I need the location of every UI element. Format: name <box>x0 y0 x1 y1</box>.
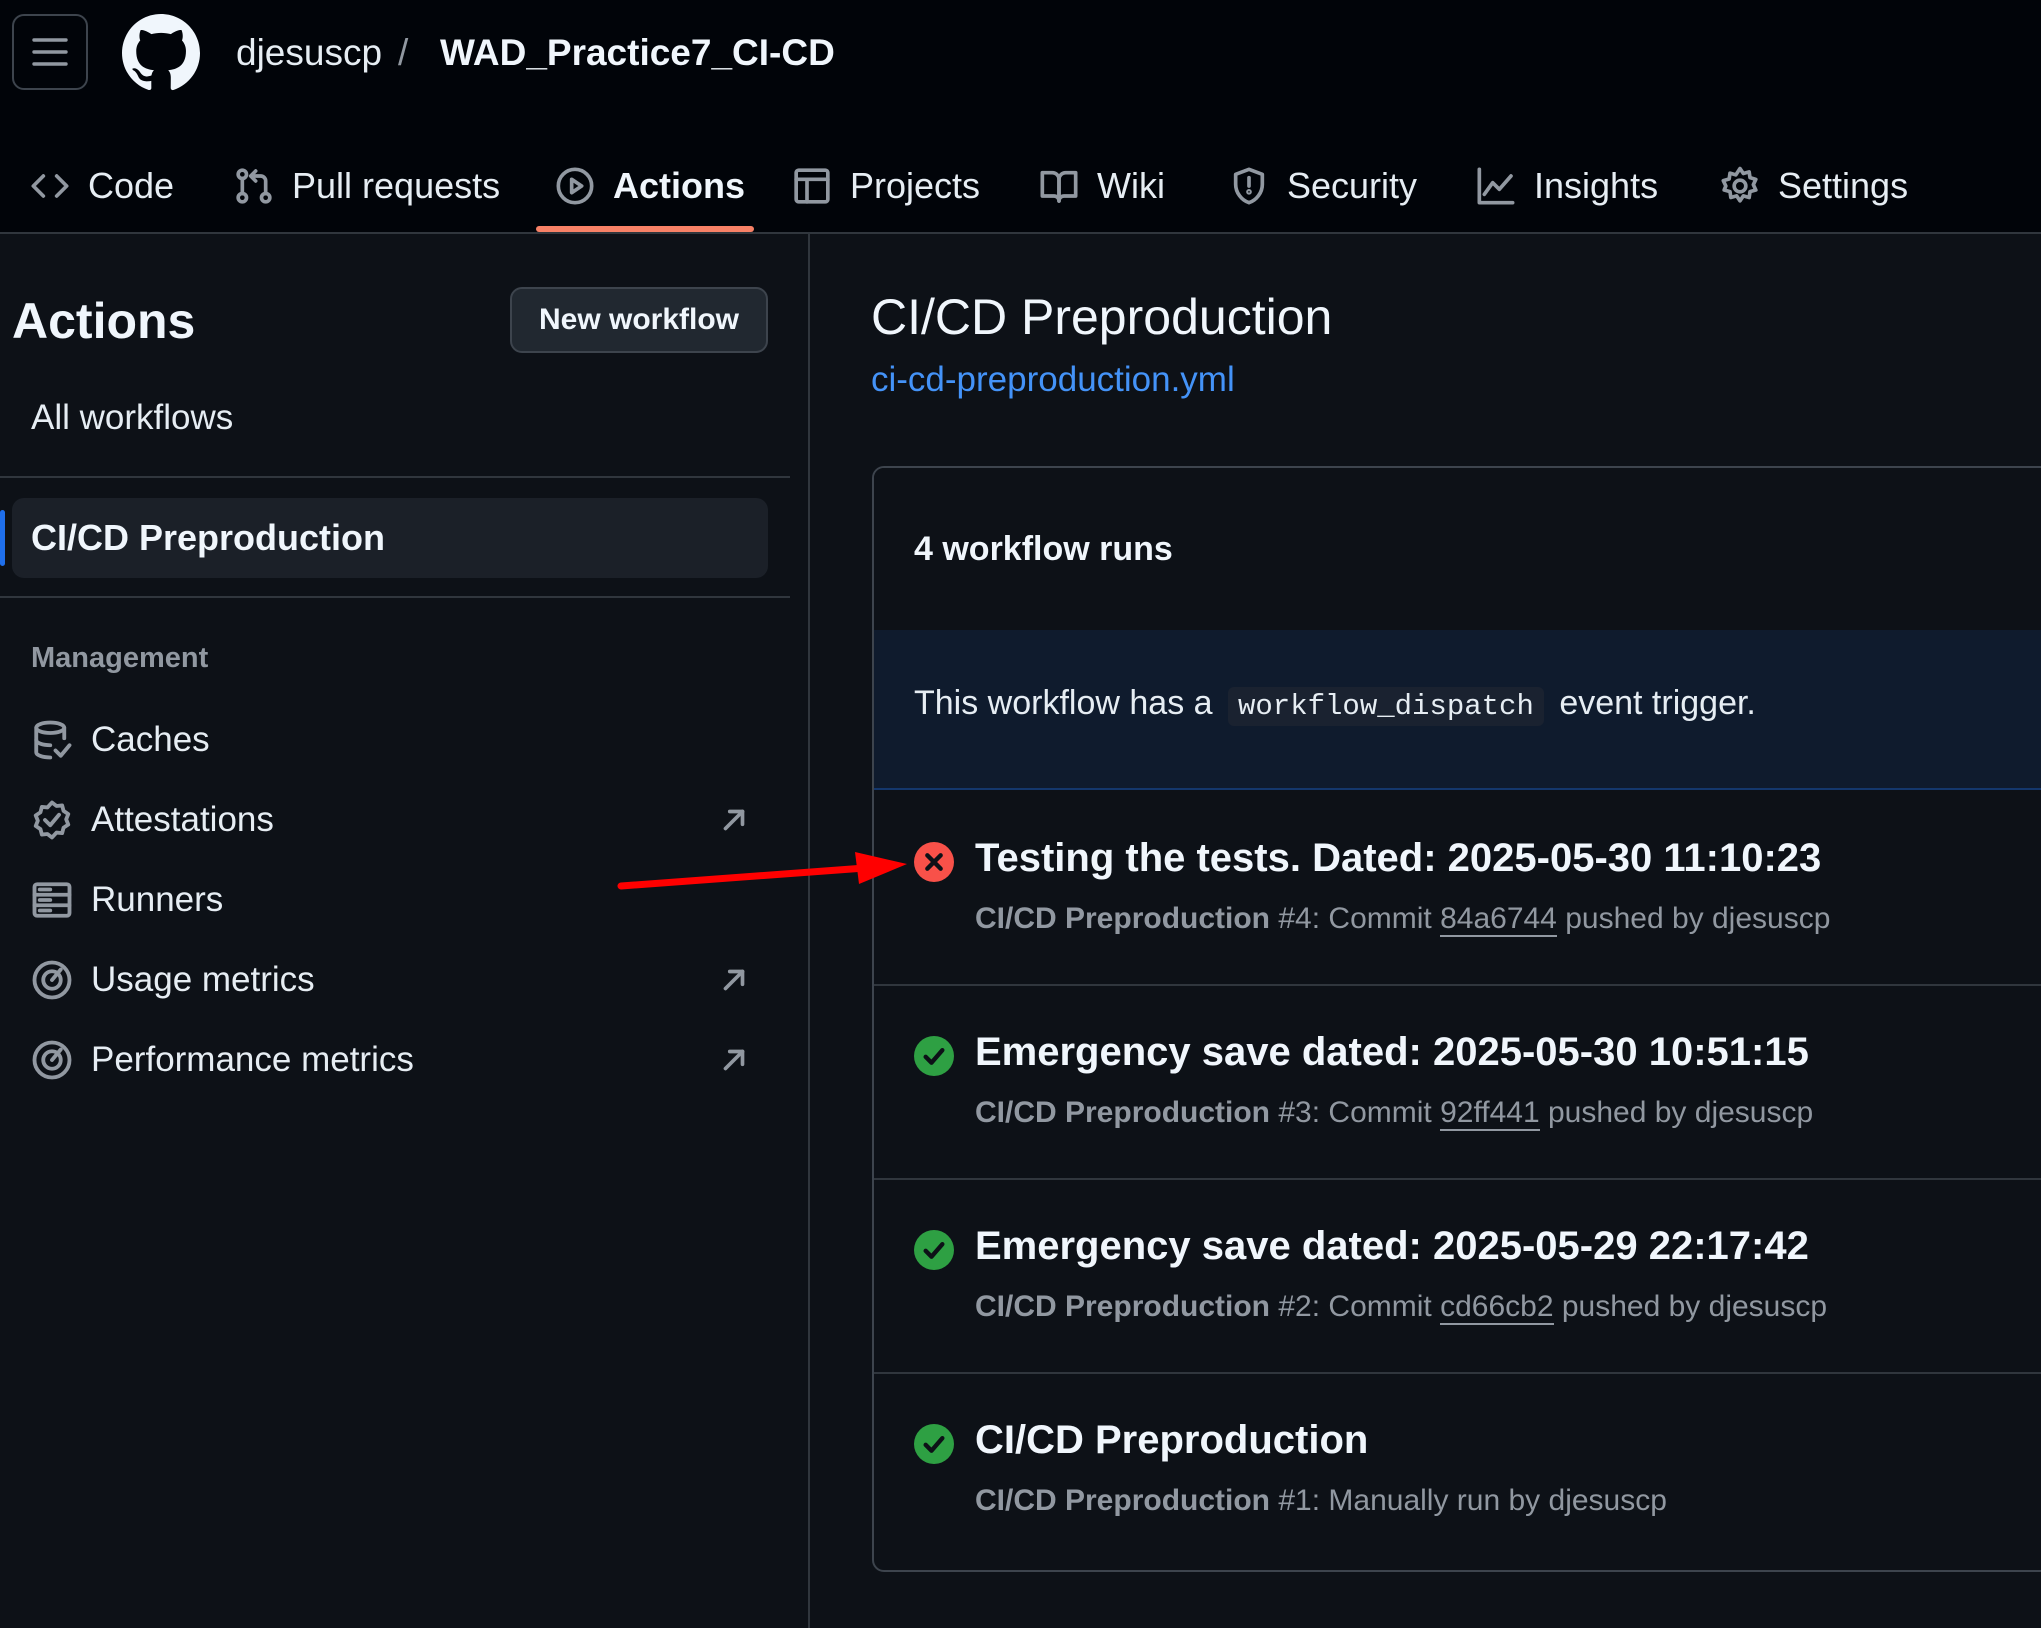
runs-count: 4 workflow runs <box>914 530 1173 568</box>
sidebar-separator <box>0 476 790 478</box>
hamburger-icon <box>32 38 68 66</box>
commit-sha-link[interactable]: 92ff441 <box>1440 1096 1540 1131</box>
breadcrumb-separator: / <box>398 32 409 73</box>
runs-header: 4 workflow runs <box>874 468 2041 632</box>
check-circle-fill-icon <box>914 1036 954 1076</box>
run-number: #3: Commit <box>1278 1096 1432 1129</box>
graph-icon <box>1477 167 1515 205</box>
meter-icon <box>32 960 72 1000</box>
x-circle-fill-icon <box>914 842 954 882</box>
tab-wiki[interactable]: Wiki <box>1039 140 1165 232</box>
run-number: #2: Commit <box>1278 1290 1432 1323</box>
tab-settings[interactable]: Settings <box>1720 140 1908 232</box>
repo-nav-tabs: Code Pull requests Actions Projects Wiki… <box>0 140 2041 232</box>
run-title[interactable]: Emergency save dated: 2025-05-29 22:17:4… <box>975 1224 1809 1269</box>
run-meta: CI/CD Preproduction #2: Commit cd66cb2 p… <box>975 1290 1828 1325</box>
run-workflow: CI/CD Preproduction <box>975 1290 1271 1323</box>
tab-label: Security <box>1287 165 1418 206</box>
run-workflow: CI/CD Preproduction <box>975 1096 1271 1129</box>
sidebar-title: Actions <box>12 293 196 349</box>
run-workflow: CI/CD Preproduction <box>975 902 1271 935</box>
sidebar-item-label: Attestations <box>91 800 274 839</box>
run-title[interactable]: Emergency save dated: 2025-05-30 10:51:1… <box>975 1030 1809 1075</box>
run-meta: CI/CD Preproduction #4: Commit 84a6744 p… <box>975 902 1831 937</box>
sidebar-item-caches[interactable]: Caches <box>31 710 751 770</box>
sidebar-item-label: Caches <box>91 720 210 759</box>
tab-label: Projects <box>850 165 981 206</box>
code-icon <box>31 174 69 198</box>
sidebar-item-label: CI/CD Preproduction <box>31 517 386 558</box>
sidebar-item-label: Usage metrics <box>91 960 315 999</box>
run-actor: pushed by djesuscp <box>1561 1290 1828 1323</box>
run-meta: CI/CD Preproduction #1: Manually run by … <box>975 1484 1667 1518</box>
shield-icon <box>1233 167 1265 205</box>
page-title: CI/CD Preproduction <box>871 289 1333 345</box>
dispatch-text: This workflow has a workflow_dispatch ev… <box>914 684 1756 726</box>
link-external-icon <box>723 1049 745 1071</box>
top-bar: djesuscp / WAD_Practice7_CI-CD Code Pull… <box>0 0 2041 234</box>
tab-projects[interactable]: Projects <box>792 140 980 232</box>
dispatch-banner: This workflow has a workflow_dispatch ev… <box>874 630 2041 790</box>
dispatch-text-before: This workflow has a <box>914 684 1213 722</box>
meter-icon <box>32 1040 72 1080</box>
tab-security[interactable]: Security <box>1229 140 1417 232</box>
play-icon <box>556 167 594 205</box>
workflow-file-link[interactable]: ci-cd-preproduction.yml <box>871 360 1235 400</box>
link-external-icon <box>723 969 745 991</box>
breadcrumb-repo[interactable]: WAD_Practice7_CI-CD <box>440 30 835 76</box>
tab-pull-requests[interactable]: Pull requests <box>234 140 500 232</box>
database-icon <box>34 720 72 760</box>
tab-label: Wiki <box>1097 165 1165 206</box>
tab-label: Code <box>88 165 175 206</box>
workflow-runs-list: 4 workflow runs This workflow has a work… <box>872 466 2041 1572</box>
sidebar-divider <box>808 232 810 1628</box>
sidebar-separator <box>0 596 790 598</box>
active-tab-indicator <box>536 226 754 232</box>
sidebar-item-usage-metrics[interactable]: Usage metrics <box>31 950 751 1010</box>
tab-code[interactable]: Code <box>30 140 174 232</box>
git-pull-request-icon <box>236 168 272 204</box>
check-circle-fill-icon <box>914 1424 954 1464</box>
table-icon <box>794 168 830 204</box>
tab-label: Insights <box>1534 165 1659 206</box>
commit-sha-link[interactable]: 84a6744 <box>1440 902 1557 937</box>
sidebar-item-label: Performance metrics <box>91 1040 414 1079</box>
active-indicator <box>0 510 5 566</box>
server-icon <box>32 882 72 918</box>
run-actor: pushed by djesuscp <box>1547 1096 1814 1129</box>
gear-icon <box>1721 166 1758 203</box>
management-heading: Management <box>31 642 209 674</box>
sidebar-item-label: Runners <box>91 880 224 919</box>
dispatch-text-after: event trigger. <box>1559 684 1756 722</box>
verified-icon <box>33 800 71 840</box>
workflow-run-row[interactable]: CI/CD Preproduction CI/CD Preproduction … <box>874 1372 2041 1566</box>
annotation-arrow-icon <box>617 852 907 890</box>
link-external-icon <box>723 809 745 831</box>
workflow-run-row[interactable]: Emergency save dated: 2025-05-29 22:17:4… <box>874 1178 2041 1374</box>
workflow-run-row[interactable]: Testing the tests. Dated: 2025-05-30 11:… <box>874 790 2041 986</box>
workflow-run-row[interactable]: Emergency save dated: 2025-05-30 10:51:1… <box>874 984 2041 1180</box>
run-number: #4: Commit <box>1278 902 1432 935</box>
run-actor: pushed by djesuscp <box>1565 902 1831 935</box>
run-workflow: CI/CD Preproduction <box>975 1484 1271 1517</box>
run-title[interactable]: Testing the tests. Dated: 2025-05-30 11:… <box>975 836 1821 881</box>
run-title[interactable]: CI/CD Preproduction <box>975 1418 1368 1463</box>
check-circle-fill-icon <box>914 1230 954 1270</box>
tab-label: Settings <box>1778 165 1909 206</box>
sidebar-item-performance-metrics[interactable]: Performance metrics <box>31 1030 751 1090</box>
book-icon <box>1040 170 1078 203</box>
commit-sha-link[interactable]: cd66cb2 <box>1440 1290 1554 1325</box>
tab-insights[interactable]: Insights <box>1476 140 1658 232</box>
tab-label: Pull requests <box>292 165 501 206</box>
hamburger-menu-button[interactable] <box>12 14 88 90</box>
dispatch-event-code: workflow_dispatch <box>1228 687 1544 726</box>
run-number: #1: Manually run by djesuscp <box>1278 1484 1667 1517</box>
sidebar-item-all-workflows[interactable]: All workflows <box>31 398 233 438</box>
new-workflow-button[interactable]: New workflow <box>510 287 768 353</box>
tab-actions[interactable]: Actions <box>555 140 745 232</box>
breadcrumb-owner[interactable]: djesuscp <box>236 30 382 76</box>
tab-label: Actions <box>613 165 746 206</box>
github-logo-icon[interactable] <box>122 14 200 92</box>
run-meta: CI/CD Preproduction #3: Commit 92ff441 p… <box>975 1096 1814 1131</box>
